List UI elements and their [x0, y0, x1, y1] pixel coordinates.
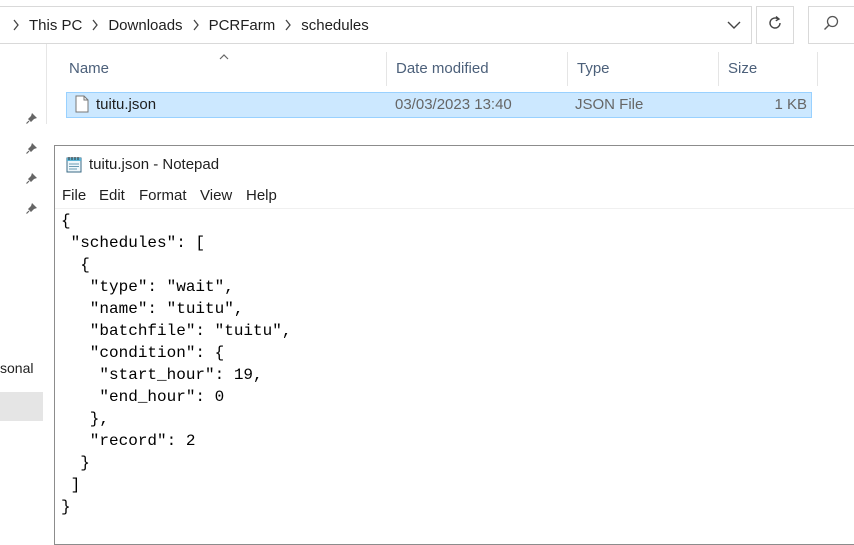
- breadcrumb-schedules[interactable]: schedules: [301, 17, 369, 34]
- notepad-title: tuitu.json - Notepad: [89, 156, 220, 173]
- search-input[interactable]: [808, 6, 854, 44]
- menu-help[interactable]: Help: [246, 187, 277, 204]
- breadcrumb-this-pc[interactable]: This PC: [29, 17, 82, 34]
- menu-edit[interactable]: Edit: [99, 187, 125, 204]
- column-header-size[interactable]: Size: [719, 52, 817, 86]
- file-date-modified: 03/03/2023 13:40: [395, 96, 512, 113]
- column-header-name[interactable]: Name: [60, 52, 386, 86]
- chevron-right-icon[interactable]: [192, 19, 200, 31]
- pane-divider: [46, 44, 47, 124]
- notepad-menubar: File Edit Format View Help: [55, 182, 854, 209]
- notepad-titlebar[interactable]: tuitu.json - Notepad: [55, 146, 854, 182]
- column-headers: Name Date modified Type Size: [58, 52, 828, 86]
- chevron-down-icon: [727, 16, 741, 34]
- notepad-window[interactable]: tuitu.json - Notepad File Edit Format Vi…: [54, 145, 854, 545]
- file-size: 1 KB: [774, 96, 807, 113]
- menu-file[interactable]: File: [62, 187, 86, 204]
- notepad-icon: [65, 155, 83, 178]
- pin-icon[interactable]: [26, 111, 38, 124]
- pin-icon[interactable]: [26, 141, 38, 154]
- address-bar[interactable]: This PC Downloads PCRFarm schedules: [0, 6, 752, 44]
- pin-icon[interactable]: [26, 201, 38, 214]
- file-name[interactable]: tuitu.json: [96, 93, 156, 117]
- file-type: JSON File: [575, 96, 644, 113]
- breadcrumb-pcrfarm[interactable]: PCRFarm: [209, 17, 276, 34]
- chevron-right-icon[interactable]: [12, 19, 20, 31]
- chevron-right-icon[interactable]: [284, 19, 292, 31]
- column-divider[interactable]: [817, 52, 818, 86]
- address-history-button[interactable]: [717, 7, 751, 43]
- chevron-right-icon[interactable]: [91, 19, 99, 31]
- column-header-type[interactable]: Type: [568, 52, 718, 86]
- file-icon: [75, 95, 89, 119]
- refresh-button[interactable]: [756, 6, 794, 44]
- pin-icon[interactable]: [26, 171, 38, 184]
- menu-view[interactable]: View: [200, 187, 232, 204]
- nav-item-selected[interactable]: [0, 392, 43, 421]
- menu-format[interactable]: Format: [139, 187, 187, 204]
- file-row[interactable]: tuitu.json 03/03/2023 13:40 JSON File 1 …: [66, 92, 812, 118]
- column-header-date-modified[interactable]: Date modified: [387, 52, 567, 86]
- breadcrumb-downloads[interactable]: Downloads: [108, 17, 182, 34]
- nav-item-label[interactable]: sonal: [0, 360, 33, 376]
- notepad-text-area[interactable]: { "schedules": [ { "type": "wait", "name…: [61, 210, 851, 540]
- search-icon: [823, 15, 839, 36]
- navigation-pane: [0, 44, 46, 540]
- refresh-icon: [767, 15, 783, 36]
